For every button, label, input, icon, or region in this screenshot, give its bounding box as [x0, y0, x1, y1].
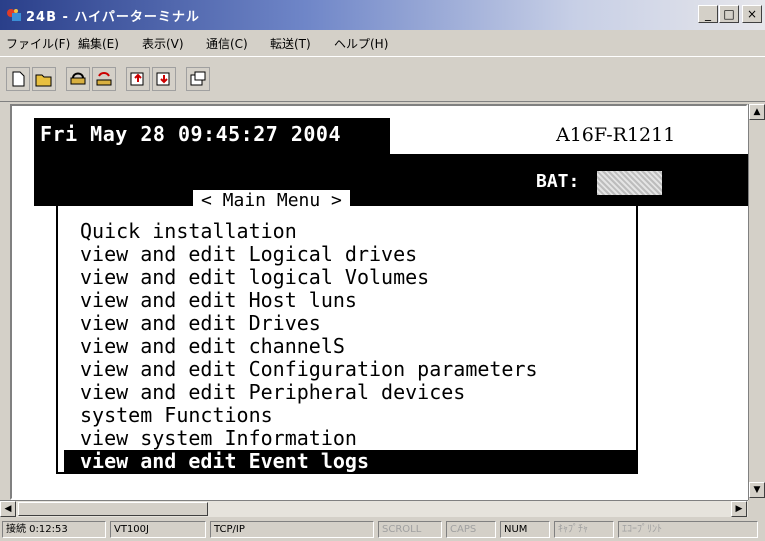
properties-icon: [190, 71, 206, 86]
menu-help[interactable]: ヘルプ(H): [334, 35, 388, 52]
hyperterminal-icon: [6, 7, 22, 23]
connect-button[interactable]: [66, 67, 90, 91]
menu-option-system-functions[interactable]: system Functions: [80, 404, 273, 427]
vertical-scrollbar[interactable]: ▲ ▼: [748, 104, 765, 500]
scroll-right-icon[interactable]: ▶: [731, 501, 747, 517]
close-button[interactable]: ×: [742, 5, 762, 23]
menu-bar: ファイル(F) 編集(E) 表示(V) 通信(C) 転送(T) ヘルプ(H): [0, 30, 765, 56]
menu-option-system-information[interactable]: view system Information: [80, 427, 357, 450]
send-button[interactable]: [126, 67, 150, 91]
horizontal-scrollbar[interactable]: ◀ ▶: [0, 500, 748, 517]
maximize-button[interactable]: □: [719, 5, 739, 23]
scroll-left-icon[interactable]: ◀: [0, 501, 16, 517]
battery-meter: [597, 171, 662, 195]
receive-button[interactable]: [152, 67, 176, 91]
menu-option-drives[interactable]: view and edit Drives: [80, 312, 321, 335]
new-button[interactable]: [6, 67, 30, 91]
controller-model: A16F-R1211: [556, 124, 676, 146]
receive-icon: [156, 72, 170, 86]
status-capture: ｷｬﾌﾟﾁｬ: [554, 521, 614, 538]
terminal-header-band: Fri May 28 09:45:27 2004 A16F-R1211 BAT:: [34, 118, 748, 206]
status-bar: 接続 0:12:53 VT100J TCP/IP SCROLL CAPS NUM…: [0, 518, 765, 541]
send-icon: [130, 72, 144, 86]
menu-option-configuration-parameters[interactable]: view and edit Configuration parameters: [80, 358, 538, 381]
properties-button[interactable]: [186, 67, 210, 91]
menu-option-event-logs[interactable]: view and edit Event logs: [64, 450, 638, 473]
window-title: 24B - ハイパーターミナル: [26, 10, 200, 25]
menu-file[interactable]: ファイル(F): [6, 35, 70, 52]
terminal-datetime: Fri May 28 09:45:27 2004: [40, 122, 341, 146]
battery-label: BAT:: [536, 171, 580, 192]
open-icon: [35, 74, 52, 87]
status-caps: CAPS: [446, 521, 496, 538]
menu-option-peripheral-devices[interactable]: view and edit Peripheral devices: [80, 381, 465, 404]
disconnect-button[interactable]: [92, 67, 116, 91]
controller-model-box: A16F-R1211: [390, 118, 748, 154]
menu-call[interactable]: 通信(C): [206, 35, 248, 52]
open-button[interactable]: [32, 67, 56, 91]
terminal-screen[interactable]: Fri May 28 09:45:27 2004 A16F-R1211 BAT:…: [20, 110, 748, 494]
toolbar: [0, 56, 765, 102]
menu-option-logical-volumes[interactable]: view and edit logical Volumes: [80, 266, 429, 289]
menu-option-host-luns[interactable]: view and edit Host luns: [80, 289, 357, 312]
menu-option-logical-drives[interactable]: view and edit Logical drives: [80, 243, 417, 266]
new-icon: [12, 71, 25, 87]
menu-view[interactable]: 表示(V): [142, 35, 184, 52]
minimize-button[interactable]: _: [698, 5, 718, 23]
status-scroll: SCROLL: [378, 521, 442, 538]
menu-option-quick-installation[interactable]: Quick installation: [80, 220, 297, 243]
main-menu-title: < Main Menu >: [193, 190, 350, 211]
menu-option-channels[interactable]: view and edit channelS: [80, 335, 345, 358]
status-num: NUM: [500, 521, 550, 538]
menu-transfer[interactable]: 転送(T): [270, 35, 311, 52]
connect-icon: [70, 72, 86, 85]
menu-edit[interactable]: 編集(E): [78, 35, 119, 52]
disconnect-icon: [96, 72, 112, 86]
scroll-down-icon[interactable]: ▼: [749, 482, 765, 498]
status-emulation: VT100J: [110, 521, 206, 538]
status-protocol: TCP/IP: [210, 521, 374, 538]
scroll-up-icon[interactable]: ▲: [749, 104, 765, 120]
status-connect-time: 接続 0:12:53: [2, 521, 106, 538]
window-title-bar[interactable]: 24B - ハイパーターミナル _ □ ×: [0, 0, 765, 30]
horizontal-scroll-thumb[interactable]: [18, 502, 208, 516]
status-echo: ｴｺｰﾌﾟﾘﾝﾄ: [618, 521, 758, 538]
